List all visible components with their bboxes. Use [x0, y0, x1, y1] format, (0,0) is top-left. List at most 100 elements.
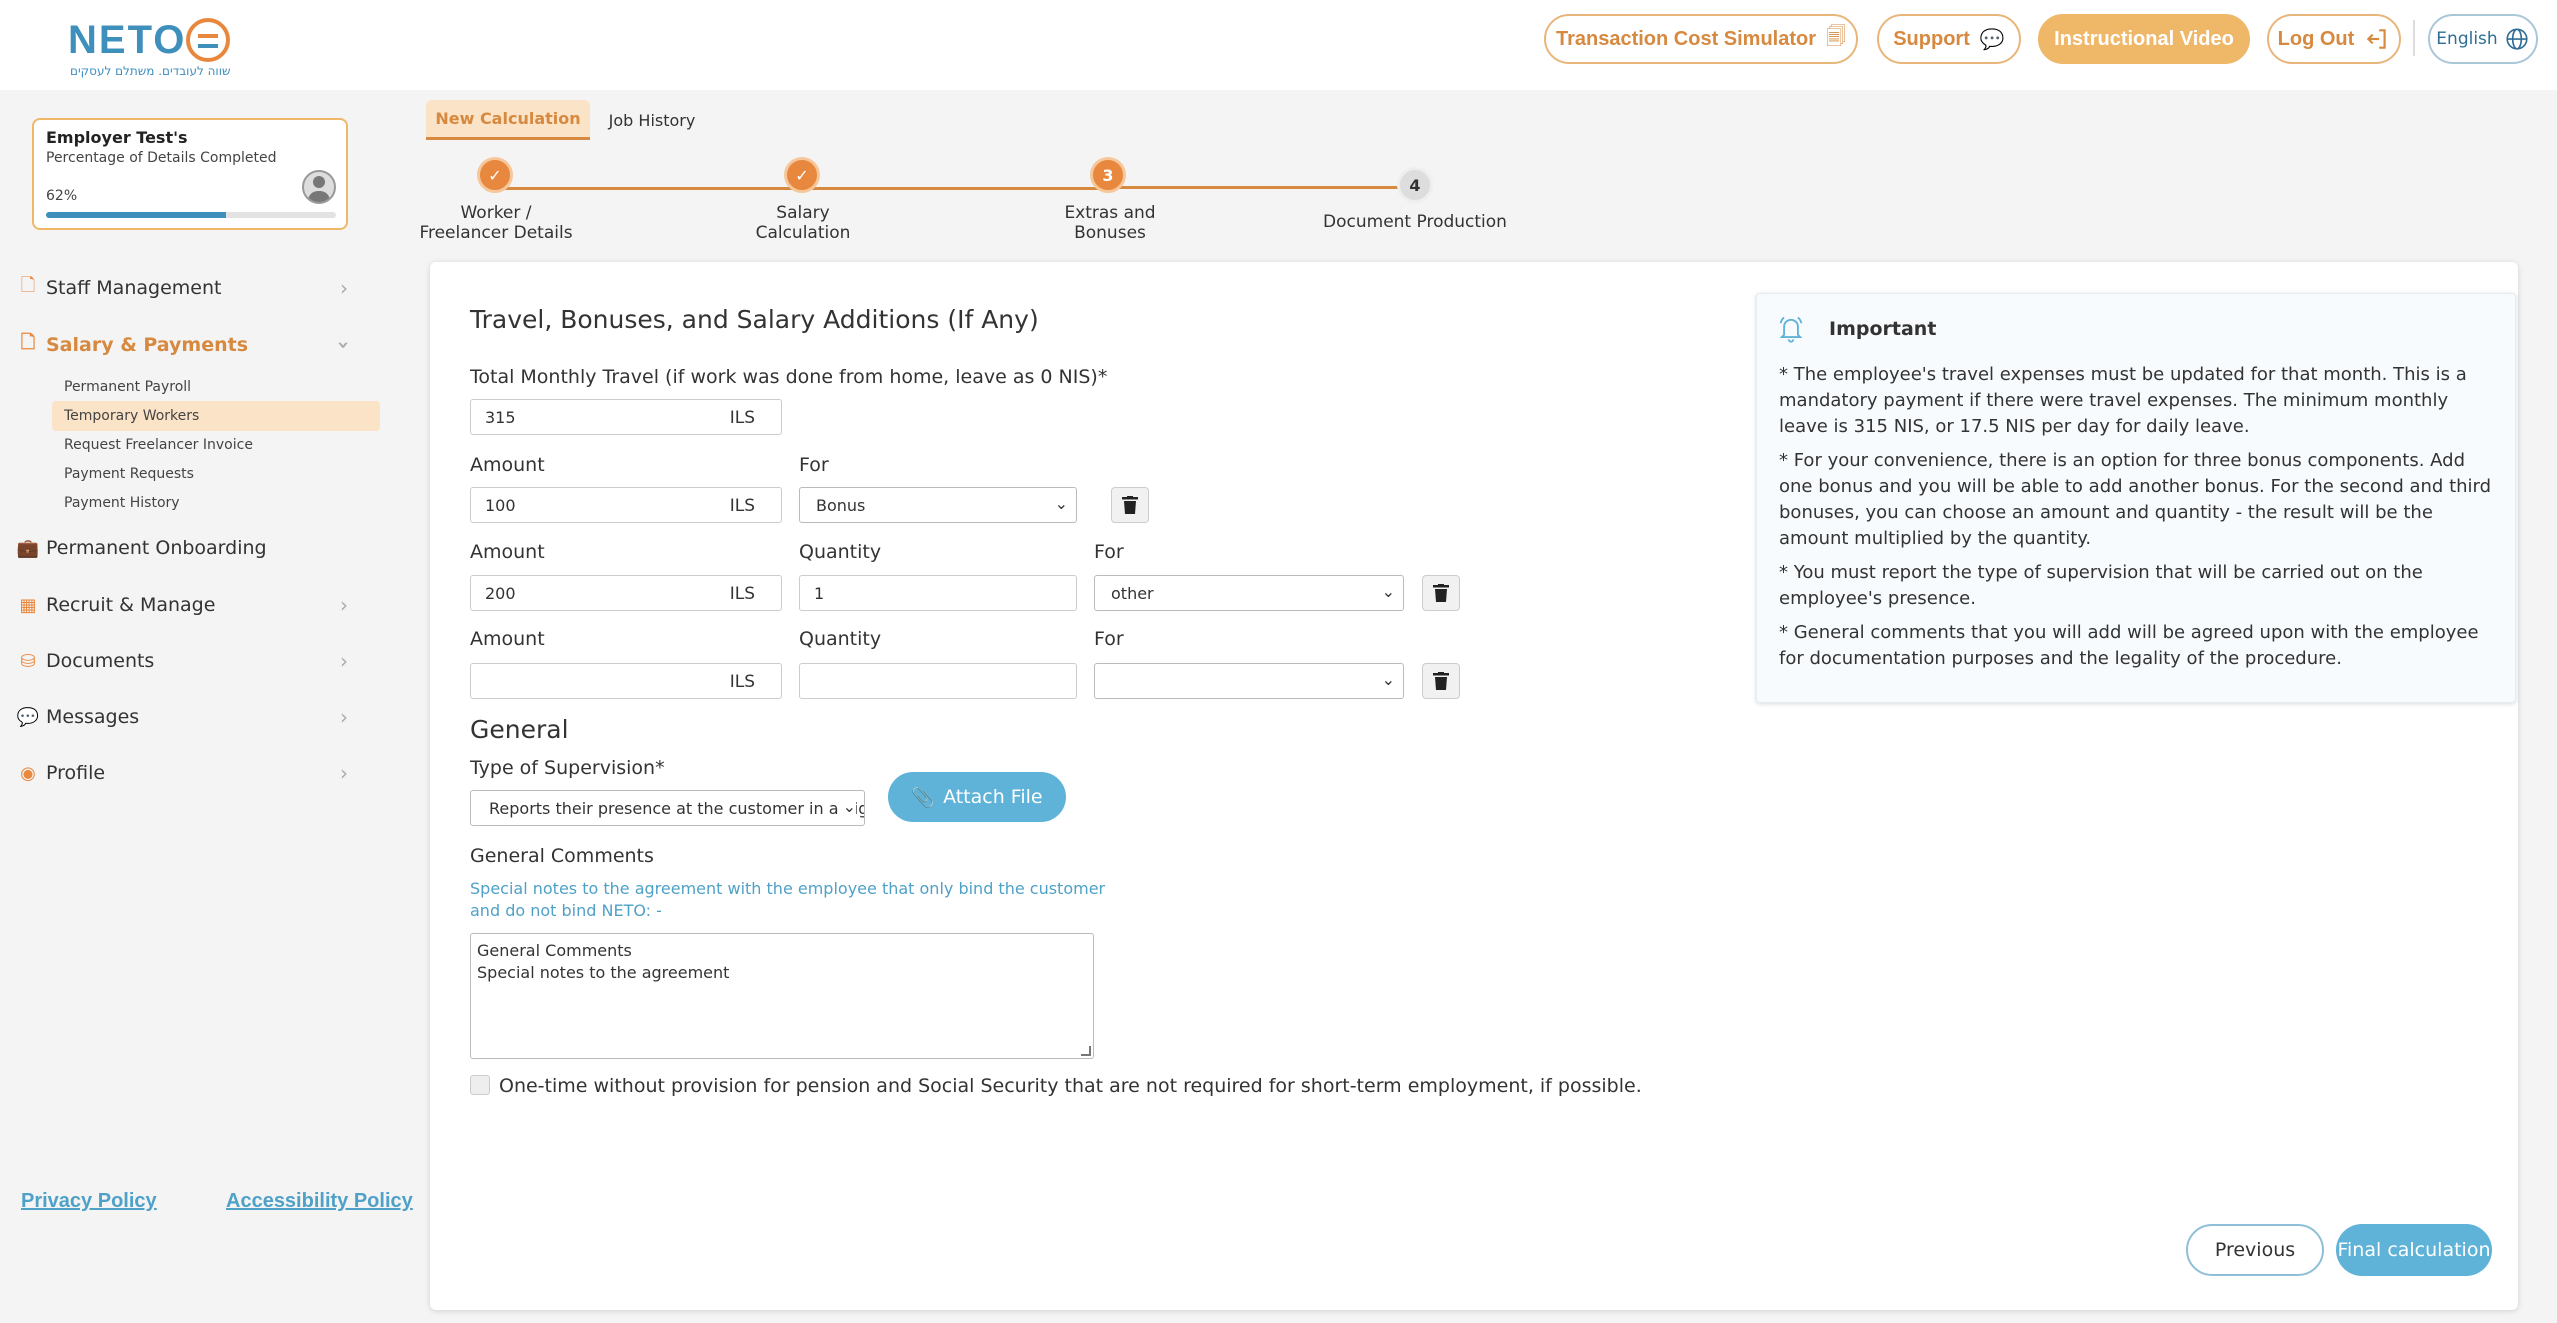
subitem-label: Temporary Workers — [64, 408, 200, 424]
comments-hint: Special notes to the agreement with the … — [470, 879, 1106, 920]
final-calculation-button[interactable]: Final calculation — [2336, 1224, 2492, 1276]
bonus-2-quantity-input[interactable]: 1 — [799, 575, 1077, 611]
bonus-2-for-select[interactable]: other ⌄ — [1094, 575, 1404, 611]
bonus-2-amount-input[interactable]: 200 ILS — [470, 575, 782, 611]
important-info-panel: Important * The employee's travel expens… — [1756, 293, 2516, 703]
bonus-1-amount-input[interactable]: 100 ILS — [470, 487, 782, 523]
subitem-label: Payment History — [64, 495, 180, 511]
sidebar-item-staff-management[interactable]: 🗋 Staff Management › — [18, 268, 348, 308]
select-value: Bonus — [816, 495, 866, 515]
input-value: 1 — [814, 583, 825, 603]
sidebar-item-label: Profile — [46, 762, 106, 784]
attach-label: Attach File — [943, 786, 1043, 808]
tab-job-history[interactable]: Job History — [600, 100, 704, 140]
instructional-video-button[interactable]: Instructional Video — [2038, 14, 2250, 64]
delete-bonus-3-button[interactable] — [1422, 663, 1460, 699]
supervision-type-select[interactable]: Reports their presence at the customer i… — [470, 790, 865, 826]
bonus-3-amount-input[interactable]: ILS — [470, 663, 782, 699]
sidebar-item-permanent-onboarding[interactable]: 💼 Permanent Onboarding — [16, 528, 348, 568]
tab-new-calculation[interactable]: New Calculation — [426, 100, 590, 140]
subitem-label: Permanent Payroll — [64, 379, 192, 395]
step-label-line: Document Production — [1323, 212, 1507, 232]
chevron-right-icon: › — [340, 649, 348, 673]
general-comments-textarea[interactable]: General Comments Special notes to the ag… — [470, 933, 1094, 1059]
chevron-down-icon: ⌄ — [840, 797, 856, 816]
neto-logo[interactable]: NETO שווה לעובדים. משתלם לעסקים — [68, 16, 233, 80]
sidebar-item-label: Staff Management — [46, 277, 222, 299]
privacy-policy-link[interactable]: Privacy Policy — [21, 1190, 157, 1213]
bonus-3-for-select[interactable]: ⌄ — [1094, 663, 1404, 699]
step-number: 3 — [1102, 165, 1114, 185]
transaction-cost-simulator-button[interactable]: Transaction Cost Simulator 🗐 — [1544, 14, 1858, 64]
globe-icon — [2506, 28, 2528, 50]
step-1-done-check-icon[interactable]: ✓ — [477, 157, 513, 193]
important-paragraph-comments: * General comments that you will add wil… — [1779, 622, 2479, 669]
logo-text: NETO — [68, 18, 187, 62]
header-divider — [2413, 20, 2415, 56]
bonus-1-for-select[interactable]: Bonus ⌄ — [799, 487, 1077, 523]
step-number: 4 — [1409, 175, 1421, 195]
sidebar-item-label: Documents — [46, 650, 155, 672]
sidebar-item-recruit-manage[interactable]: ▦ Recruit & Manage › — [18, 585, 348, 625]
chevron-right-icon: › — [340, 593, 348, 617]
language-selector[interactable]: English — [2428, 14, 2538, 64]
previous-button[interactable]: Previous — [2186, 1224, 2324, 1276]
general-comments-label: General Comments — [470, 845, 654, 867]
step-3-label: Extras and Bonuses — [1030, 203, 1190, 243]
form-title: Travel, Bonuses, and Salary Additions (I… — [470, 305, 1039, 334]
amount-label: Amount — [470, 541, 545, 563]
step-label-line: Worker / — [460, 203, 532, 223]
sidebar-item-label: Salary & Payments — [46, 334, 249, 356]
completion-progress-fill — [46, 212, 226, 218]
sidebar-subitem-request-freelancer-invoice[interactable]: Request Freelancer Invoice — [52, 430, 380, 460]
sidebar-subitem-payment-history[interactable]: Payment History — [52, 488, 380, 518]
step-label-line: Freelancer Details — [419, 223, 573, 243]
general-section-title: General — [470, 715, 569, 744]
log-out-button[interactable]: Log Out — [2267, 14, 2401, 64]
bonus-3-quantity-input[interactable] — [799, 663, 1077, 699]
profile-completion-card[interactable]: Employer Test's Percentage of Details Co… — [32, 118, 348, 230]
chevron-right-icon: › — [340, 705, 348, 729]
step-2-done-check-icon[interactable]: ✓ — [784, 157, 820, 193]
resize-handle-icon[interactable] — [1081, 1046, 1091, 1056]
final-label: Final calculation — [2337, 1239, 2491, 1261]
currency-suffix: ILS — [729, 584, 755, 604]
currency-suffix: ILS — [729, 408, 755, 428]
chevron-down-icon: › — [331, 340, 356, 350]
comments-line: Special notes to the agreement — [477, 963, 730, 982]
select-value: other — [1111, 583, 1154, 603]
sidebar-item-messages[interactable]: 💬 Messages › — [16, 697, 348, 737]
important-paragraph-travel: * The employee's travel expenses must be… — [1779, 364, 2467, 437]
attach-file-button[interactable]: 📎 Attach File — [888, 772, 1066, 822]
completion-percent: 62% — [46, 188, 78, 204]
currency-suffix: ILS — [729, 672, 755, 692]
travel-amount-input[interactable]: 315 ILS — [470, 399, 782, 435]
step-3-current[interactable]: 3 — [1090, 157, 1126, 193]
one-time-checkbox-label[interactable]: One-time without provision for pension a… — [499, 1075, 1642, 1097]
sidebar-item-documents[interactable]: ⛁ Documents › — [18, 641, 348, 681]
top-header: NETO שווה לעובדים. משתלם לעסקים Transact… — [0, 0, 2557, 90]
accessibility-policy-link[interactable]: Accessibility Policy — [226, 1190, 413, 1213]
sidebar-item-salary-payments[interactable]: 🗋 Salary & Payments › — [18, 325, 356, 365]
stepper-connector — [496, 187, 804, 190]
one-time-checkbox[interactable] — [470, 1075, 490, 1095]
completion-progress-bar — [46, 212, 336, 218]
step-4-label: Document Production — [1315, 212, 1515, 232]
step-label-line: Salary — [776, 203, 830, 223]
delete-bonus-1-button[interactable] — [1111, 487, 1149, 523]
chevron-down-icon: ⌄ — [1379, 670, 1395, 689]
avatar[interactable] — [302, 170, 336, 204]
quantity-label: Quantity — [799, 541, 882, 563]
support-button[interactable]: Support 💬 — [1877, 14, 2021, 64]
sidebar-item-profile[interactable]: ◉ Profile › — [18, 753, 348, 793]
step-4-pending[interactable]: 4 — [1397, 167, 1433, 203]
sidebar-subitem-temporary-workers[interactable]: Temporary Workers — [52, 401, 380, 431]
sidebar-subitem-payment-requests[interactable]: Payment Requests — [52, 459, 380, 489]
comments-line: General Comments — [477, 941, 632, 960]
sidebar-subitem-permanent-payroll[interactable]: Permanent Payroll — [52, 372, 380, 402]
briefcase-icon: 💼 — [16, 537, 40, 559]
for-label: For — [799, 454, 829, 476]
delete-bonus-2-button[interactable] — [1422, 575, 1460, 611]
important-title: Important — [1829, 318, 1937, 340]
chat-bubble-icon: 💬 — [16, 706, 40, 728]
